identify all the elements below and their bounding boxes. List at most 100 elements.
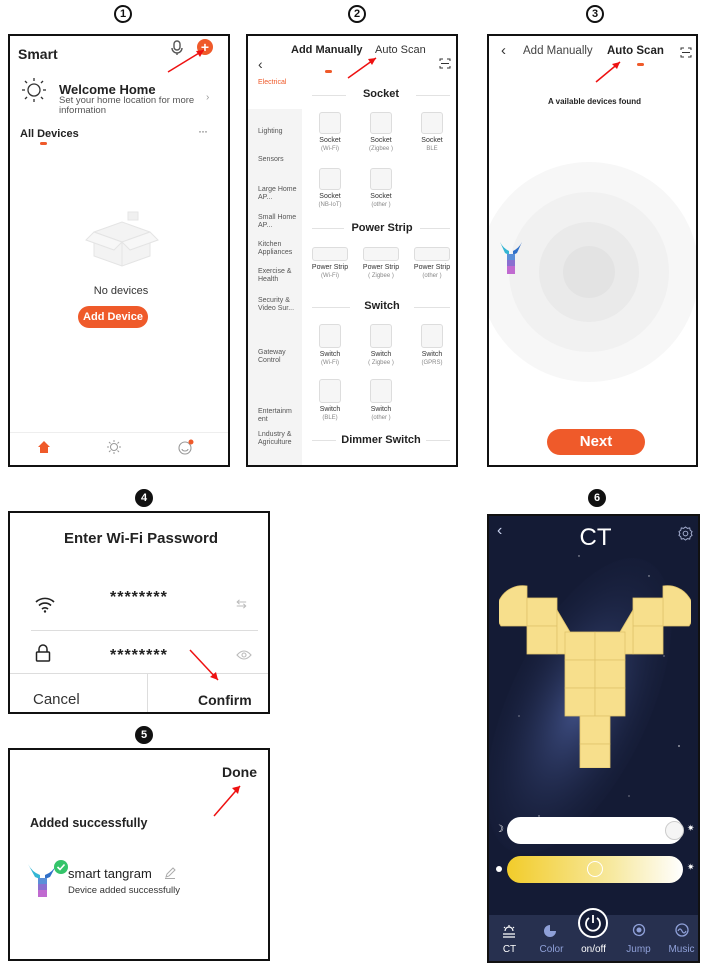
category-security[interactable]: Security & Video Sur... (258, 297, 300, 313)
section-dimmer-switch: Dimmer Switch (341, 434, 421, 446)
device-switch-ble[interactable]: Switch (BLE) (310, 379, 350, 422)
device-switch-other[interactable]: Switch (other ) (361, 379, 401, 422)
panel-add-manually: ‹ Add Manually Auto Scan Electrical Ligh… (246, 34, 458, 467)
tab-auto-scan[interactable]: Auto Scan (375, 44, 426, 56)
category-kitchen[interactable]: Kitchen Appliances (258, 241, 300, 257)
back-arrow-icon[interactable]: ‹ (258, 56, 263, 72)
device-socket-wifi[interactable]: Socket (Wi-Fi) (310, 112, 350, 153)
tab-auto-scan[interactable]: Auto Scan (607, 45, 664, 57)
device-socket-nbiot[interactable]: Socket (NB-IoT) (310, 168, 350, 209)
category-exercise[interactable]: Exercise & Health (258, 268, 300, 284)
panel-wifi-password: Enter Wi-Fi Password ******** ⇆ ********… (8, 511, 270, 714)
cancel-button[interactable]: Cancel (33, 691, 80, 708)
jump-mode-icon[interactable] (632, 923, 646, 937)
category-entertainment[interactable]: Entertainm ent (258, 408, 300, 424)
home-icon[interactable] (37, 440, 51, 454)
more-icon[interactable]: ··· (198, 124, 208, 138)
welcome-subtitle[interactable]: Set your home location for more informat… (59, 96, 209, 116)
add-plus-button[interactable]: + (197, 39, 213, 55)
profile-icon[interactable] (177, 438, 195, 456)
device-socket-ble[interactable]: Socket BLE (412, 112, 452, 153)
category-electrical[interactable]: Electrical (258, 79, 300, 87)
device-strip-other[interactable]: Power Strip (other ) (410, 247, 454, 280)
device-switch-wifi[interactable]: Switch (Wi-Fi) (310, 324, 350, 367)
step-5-badge: 5 (135, 726, 153, 744)
settings-gear-icon[interactable] (678, 526, 693, 541)
device-strip-wifi[interactable]: Power Strip (Wi-Fi) (308, 247, 352, 280)
no-devices-label: No devices (93, 285, 149, 297)
music-mode-icon[interactable] (675, 923, 689, 937)
device-switch-zigbee[interactable]: Switch( Zigbee ) (361, 324, 401, 367)
power-icon (585, 915, 601, 932)
device-strip-zigbee[interactable]: Power Strip( Zigbee ) (359, 247, 403, 280)
category-small-home[interactable]: Small Home AP... (258, 214, 300, 230)
ct-mode-icon[interactable] (501, 924, 517, 938)
scan-icon[interactable] (680, 47, 692, 58)
category-gateway[interactable]: Gateway Control (258, 349, 300, 365)
panel-ct-control: ‹ CT ☽ ✷ ✷ CT Color on/off Jump Music (487, 514, 700, 963)
all-devices-tab[interactable]: All Devices (20, 128, 79, 140)
device-socket-zigbee[interactable]: Socket (Zigbee ) (361, 112, 401, 153)
scene-sun-icon[interactable] (106, 439, 122, 455)
brightness-slider-thumb[interactable] (665, 821, 684, 840)
moon-icon: ☽ (495, 824, 504, 835)
done-button[interactable]: Done (222, 764, 257, 780)
step-3-badge: 3 (586, 5, 604, 23)
sun-icon (22, 78, 46, 102)
category-large-home[interactable]: Large Home AP... (258, 186, 300, 202)
brightness-slider[interactable] (507, 817, 683, 844)
empty-box-icon (85, 211, 159, 267)
chevron-right-icon[interactable]: › (206, 92, 209, 103)
microphone-icon[interactable] (170, 40, 184, 56)
back-arrow-icon[interactable]: ‹ (501, 42, 506, 59)
device-added-status: Device added successfully (68, 885, 180, 896)
nav-color[interactable]: Color (529, 944, 574, 955)
step-1-badge: 1 (114, 5, 132, 23)
tab-add-manually[interactable]: Add Manually (523, 45, 593, 57)
step-4-badge: 4 (135, 489, 153, 507)
cool-sun-icon: ✷ (687, 862, 695, 872)
bottom-nav-divider (10, 432, 228, 433)
panel-auto-scan: ‹ Add Manually Auto Scan A vailable devi… (487, 34, 698, 467)
tab-indicator (637, 63, 644, 66)
section-socket: Socket (362, 88, 400, 100)
lock-icon (35, 644, 51, 662)
category-industry[interactable]: Lndustry & Agriculture (258, 431, 300, 447)
next-button[interactable]: Next (547, 429, 645, 455)
tangram-light-layout[interactable] (499, 582, 691, 768)
section-switch: Switch (364, 300, 400, 312)
tangram-device-icon[interactable] (499, 240, 523, 276)
confirm-button[interactable]: Confirm (198, 692, 252, 708)
device-socket-other[interactable]: Socket (other ) (361, 168, 401, 209)
switch-network-icon[interactable]: ⇆ (236, 596, 247, 612)
color-mode-icon[interactable] (543, 924, 557, 938)
device-switch-gprs[interactable]: Switch (GPRS) (412, 324, 452, 367)
section-power-strip: Power Strip (351, 222, 413, 234)
wifi-password-field[interactable]: ******** (110, 647, 168, 665)
step-2-badge: 2 (348, 5, 366, 23)
nav-on-off[interactable]: on/off (571, 944, 616, 955)
color-temperature-thumb[interactable] (587, 861, 603, 877)
nav-jump[interactable]: Jump (616, 944, 661, 955)
page-title: Smart (18, 46, 58, 62)
edit-pencil-icon[interactable] (164, 867, 176, 879)
add-device-button[interactable]: Add Device (78, 306, 148, 328)
bright-sun-icon: ✷ (687, 823, 695, 833)
panel-smart-home: Smart + Welcome Home Set your home locat… (8, 34, 230, 467)
devices-found-label: A vailable devices found (547, 97, 642, 106)
eye-icon[interactable] (236, 650, 252, 660)
nav-ct[interactable]: CT (489, 944, 532, 955)
category-lighting[interactable]: Lighting (258, 128, 300, 136)
mode-title: CT (579, 524, 612, 551)
scan-icon[interactable] (439, 58, 451, 69)
nav-music[interactable]: Music (659, 944, 698, 955)
panel-added-success: Done Added successfully smart tangram De… (8, 748, 270, 961)
device-name[interactable]: smart tangram (68, 866, 152, 881)
category-sensors[interactable]: Sensors (258, 156, 300, 164)
all-devices-indicator (40, 142, 47, 145)
warm-dot-icon (496, 866, 502, 872)
wifi-ssid-field[interactable]: ******** (110, 589, 168, 607)
power-button[interactable] (578, 908, 608, 938)
tangram-device-icon (28, 860, 68, 897)
tab-add-manually[interactable]: Add Manually (291, 44, 363, 56)
